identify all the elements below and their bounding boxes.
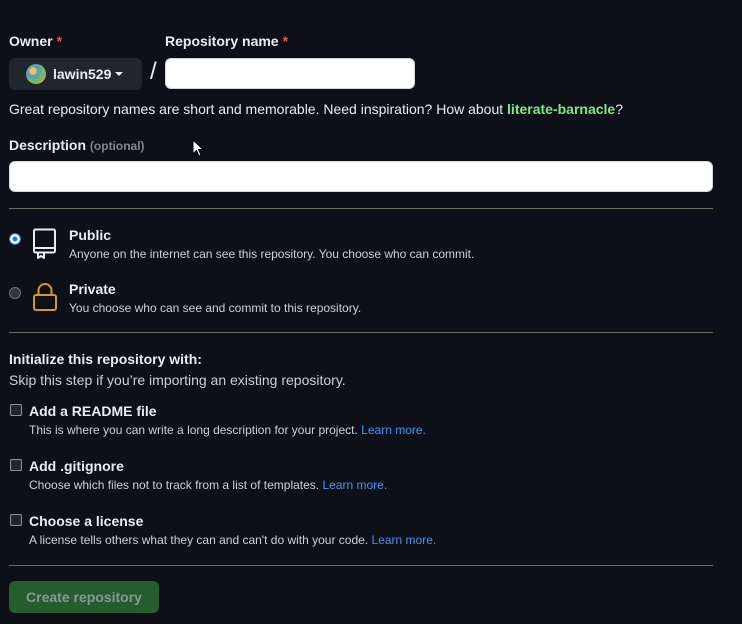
- add-gitignore-title: Add .gitignore: [29, 458, 124, 474]
- visibility-private-desc: You choose who can see and commit to thi…: [69, 301, 362, 315]
- divider: [9, 208, 713, 209]
- divider: [9, 565, 713, 566]
- visibility-public-desc: Anyone on the internet can see this repo…: [69, 247, 475, 261]
- name-suggestion-link[interactable]: literate-barnacle: [507, 101, 615, 117]
- mouse-pointer-icon: [192, 139, 204, 157]
- repo-name-label-text: Repository name: [165, 33, 279, 49]
- choose-license-checkbox[interactable]: [10, 514, 22, 526]
- add-readme-desc: This is where you can write a long descr…: [29, 423, 358, 437]
- add-readme-title: Add a README file: [29, 403, 157, 419]
- caret-down-icon: [115, 72, 124, 76]
- repo-name-input[interactable]: [165, 58, 415, 89]
- readme-learn-more-link[interactable]: Learn more.: [361, 423, 426, 437]
- owner-label-text: Owner: [9, 33, 53, 49]
- gitignore-learn-more-link[interactable]: Learn more.: [322, 478, 387, 492]
- owner-dropdown-button[interactable]: lawin529: [9, 58, 142, 90]
- add-gitignore-desc: Choose which files not to track from a l…: [29, 478, 320, 492]
- choose-license-title: Choose a license: [29, 513, 144, 529]
- owner-repo-separator: /: [150, 58, 157, 85]
- visibility-public-title: Public: [69, 227, 112, 243]
- new-repository-form: Owner * lawin529 / Repository name * Great…: [0, 0, 742, 624]
- choose-license-desc-row: A license tells others what they can and…: [29, 533, 436, 547]
- description-label-text: Description: [9, 137, 87, 153]
- owner-required-mark: *: [56, 33, 63, 49]
- divider: [9, 332, 713, 333]
- visibility-private-title: Private: [69, 281, 116, 297]
- hint-prefix: Great repository names are short and mem…: [9, 101, 508, 117]
- repo-name-required-mark: *: [282, 33, 289, 49]
- create-repository-button[interactable]: Create repository: [9, 581, 159, 613]
- repo-icon: [33, 228, 56, 259]
- description-input[interactable]: [9, 161, 713, 192]
- add-gitignore-checkbox[interactable]: [10, 459, 22, 471]
- license-learn-more-link[interactable]: Learn more.: [372, 533, 437, 547]
- lock-icon: [33, 283, 57, 311]
- description-optional-tag: (optional): [89, 139, 145, 153]
- repo-name-label: Repository name *: [165, 33, 288, 49]
- add-readme-desc-row: This is where you can write a long descr…: [29, 423, 426, 437]
- repo-name-hint: Great repository names are short and mem…: [9, 101, 623, 117]
- init-section-title: Initialize this repository with:: [9, 351, 202, 367]
- visibility-public-radio[interactable]: [9, 233, 21, 245]
- choose-license-desc: A license tells others what they can and…: [29, 533, 369, 547]
- avatar: [26, 64, 46, 84]
- hint-suffix: ?: [615, 101, 624, 117]
- owner-label: Owner *: [9, 33, 62, 49]
- owner-username: lawin529: [53, 66, 112, 82]
- init-section-subtitle: Skip this step if you’re importing an ex…: [9, 372, 346, 388]
- visibility-private-radio[interactable]: [9, 287, 21, 299]
- description-label: Description (optional): [9, 137, 145, 153]
- add-readme-checkbox[interactable]: [10, 404, 22, 416]
- add-gitignore-desc-row: Choose which files not to track from a l…: [29, 478, 387, 492]
